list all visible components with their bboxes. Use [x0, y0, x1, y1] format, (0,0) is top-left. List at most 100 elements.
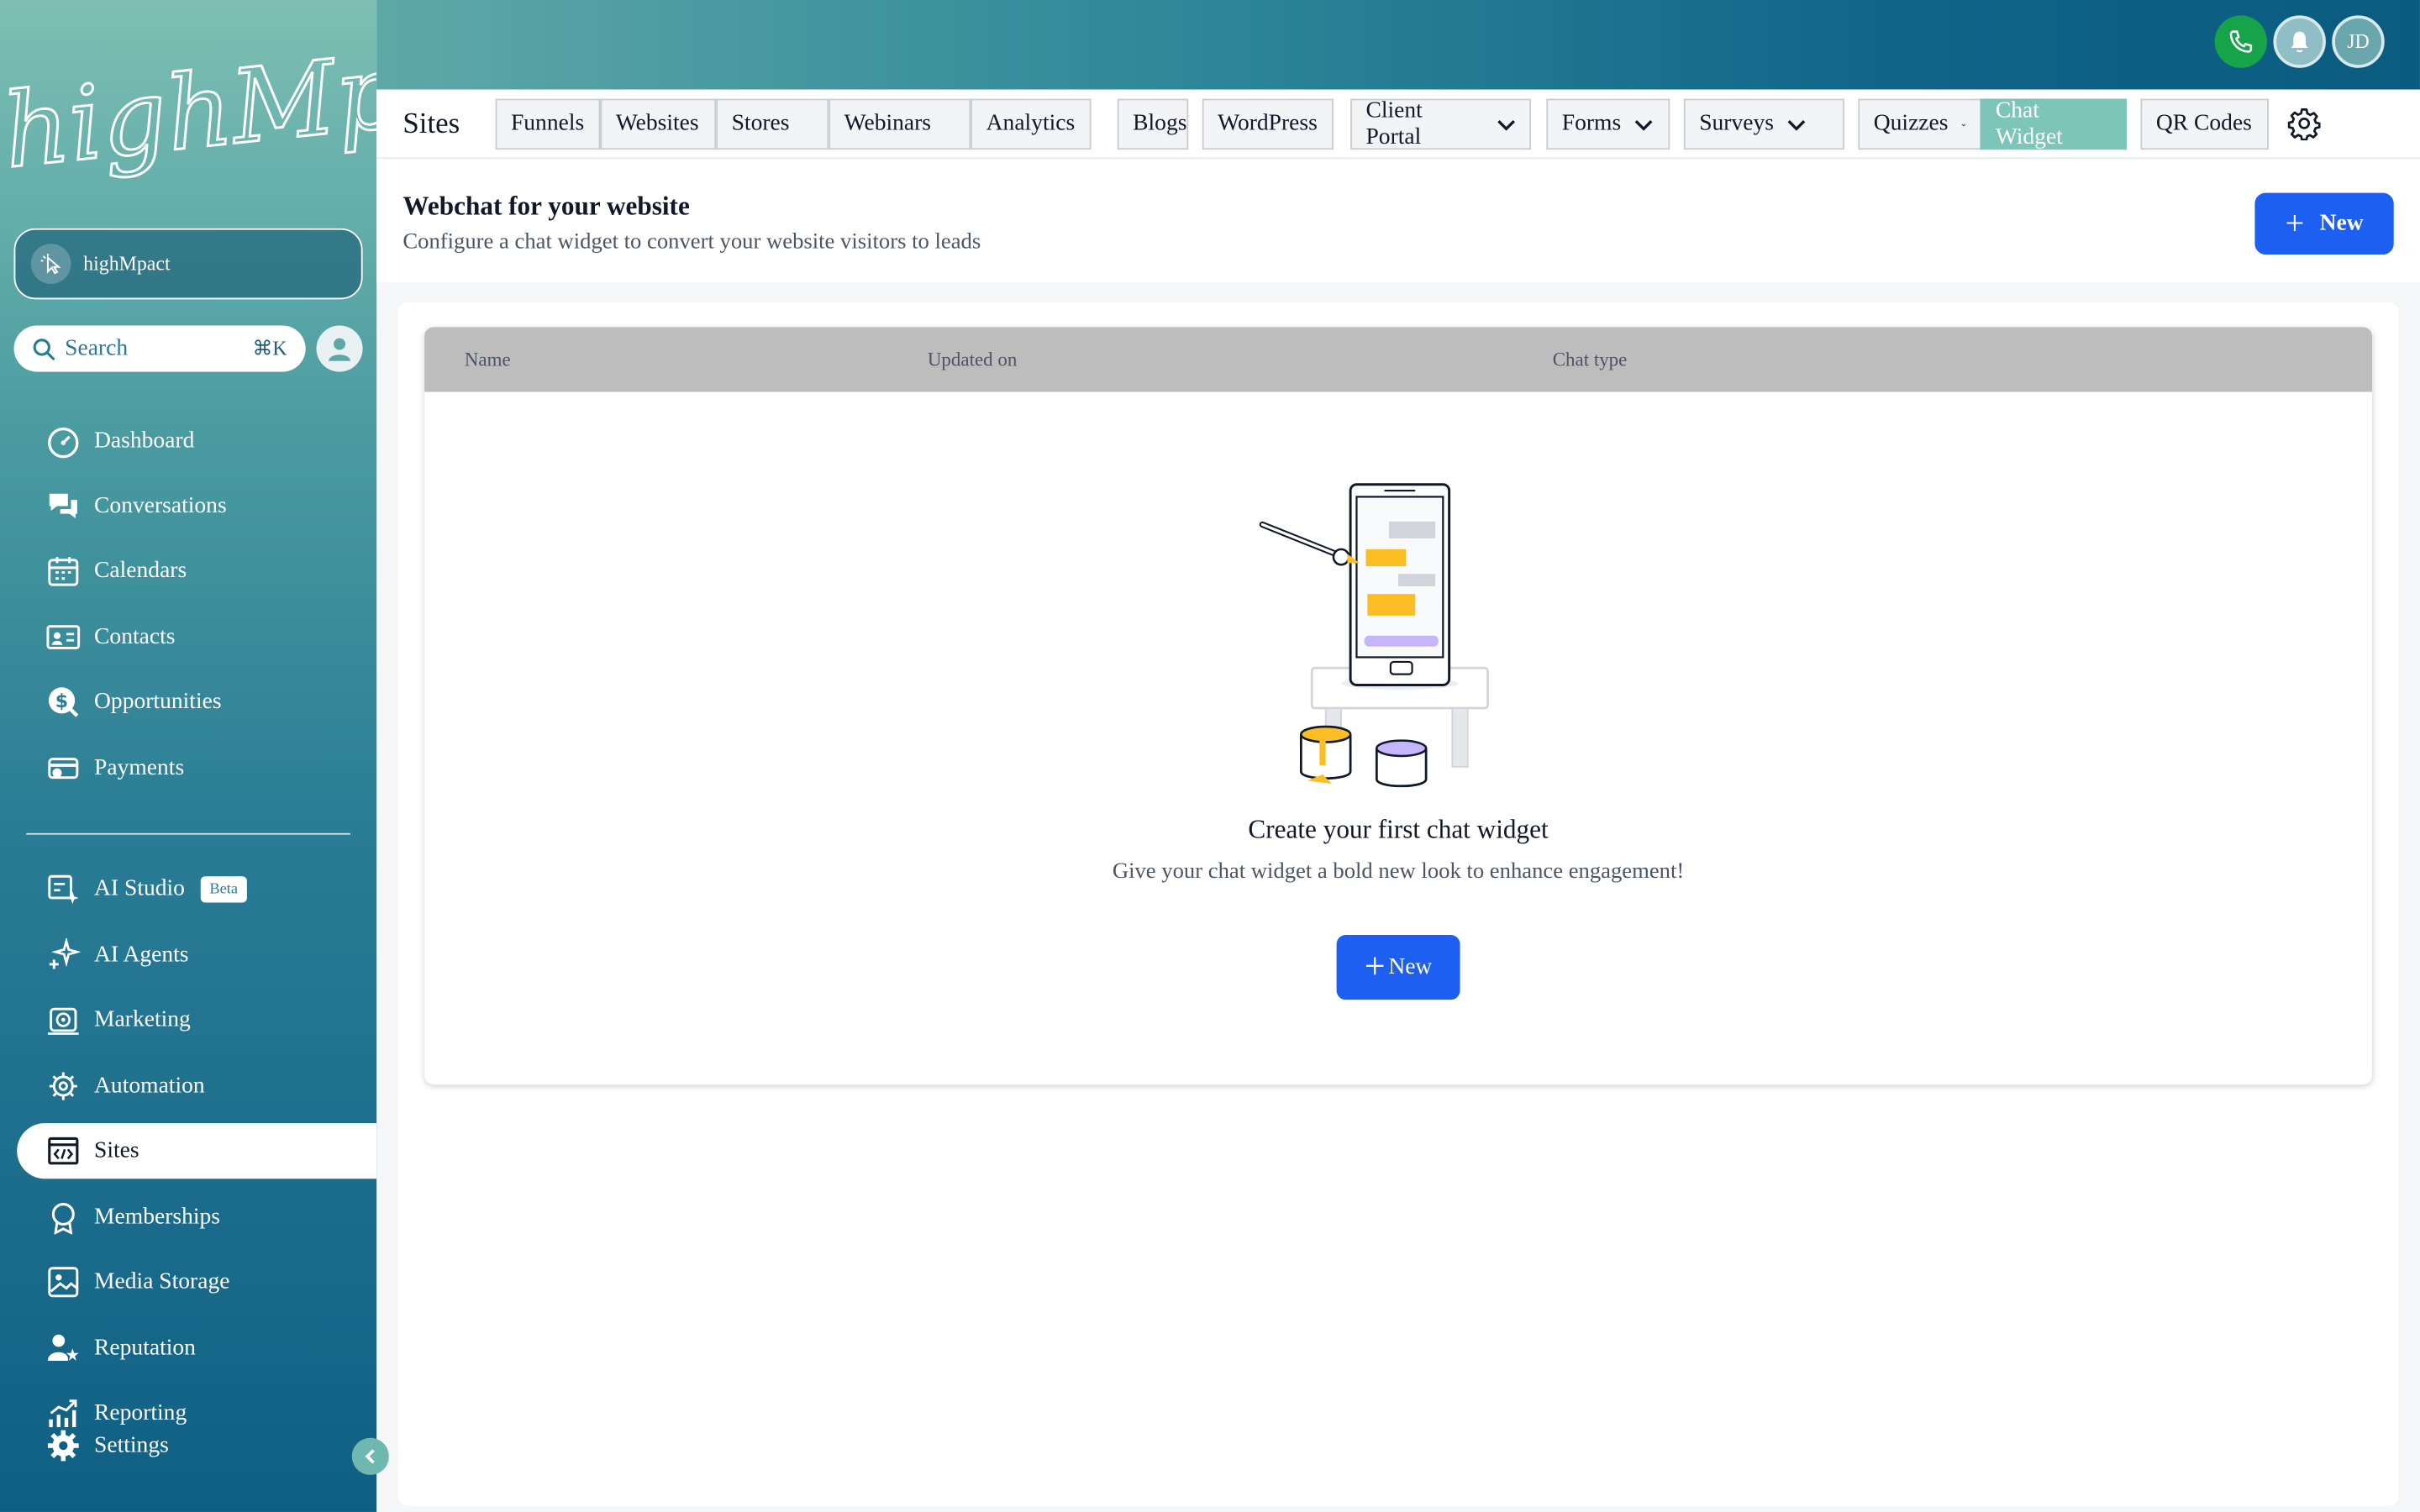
chat-bubbles-icon	[45, 487, 82, 524]
new-button-label: New	[1388, 953, 1433, 979]
chevron-left-icon	[365, 1449, 375, 1464]
search-button[interactable]: Search ⌘K	[13, 325, 306, 372]
svg-text:highMpact: highMpact	[0, 22, 376, 192]
page-subtitle: Configure a chat widget to convert your …	[402, 229, 981, 255]
account-switcher[interactable]: highMpact	[13, 228, 363, 300]
tab-label: Quizzes	[1873, 111, 1949, 136]
phone-button[interactable]	[2214, 15, 2268, 68]
chevron-down-icon	[1788, 119, 1806, 130]
tab-quizzes[interactable]: Quizzes	[1858, 98, 1982, 150]
content-card: Name Updated on Chat type Create your fi…	[397, 302, 2399, 1506]
svg-text:$: $	[55, 691, 68, 712]
page-title: Webchat for your website	[402, 191, 690, 221]
sidebar-item-label: Automation	[94, 1073, 205, 1098]
tab-label: Analytics	[986, 111, 1076, 136]
sidebar-item-opportunities[interactable]: $ Opportunities	[17, 675, 376, 730]
sidebar-item-reputation[interactable]: Reputation	[17, 1320, 376, 1376]
tab-webinars[interactable]: Webinars	[829, 98, 971, 150]
tab-label: Funnels	[510, 111, 585, 136]
sidebar-item-automation[interactable]: Automation	[17, 1058, 376, 1114]
tab-label: Websites	[615, 111, 699, 136]
column-header-chat-type[interactable]: Chat type	[1553, 349, 1628, 372]
page-header: Webchat for your website Configure a cha…	[376, 159, 2420, 283]
sidebar-item-label: Memberships	[94, 1204, 221, 1229]
account-name: highMpact	[83, 251, 171, 275]
settings-gear-icon	[45, 1427, 82, 1464]
new-button-label: New	[2319, 210, 2364, 236]
sidebar-item-conversations[interactable]: Conversations	[17, 478, 376, 533]
sidebar-item-label: Payments	[94, 755, 185, 780]
user-initials: JD	[2347, 29, 2370, 53]
sidebar-item-ai-agents[interactable]: AI Agents	[17, 927, 376, 983]
tab-funnels[interactable]: Funnels	[495, 98, 601, 150]
tab-surveys[interactable]: Surveys	[1683, 98, 1844, 150]
dashboard-icon	[45, 423, 82, 459]
sidebar-divider	[26, 832, 350, 835]
tabs-settings-button[interactable]	[2287, 107, 2321, 149]
sidebar-item-contacts[interactable]: Contacts	[17, 609, 376, 664]
user-icon	[329, 338, 350, 361]
notifications-button[interactable]	[2273, 15, 2326, 68]
sidebar-item-dashboard[interactable]: Dashboard	[17, 413, 376, 469]
award-icon	[45, 1199, 82, 1236]
sidebar-item-sites[interactable]: Sites	[17, 1123, 377, 1179]
new-chat-widget-button[interactable]: + New	[2254, 192, 2394, 255]
sidebar-item-label: AI Studio	[94, 875, 185, 900]
reputation-icon	[45, 1330, 82, 1367]
empty-state-title: Create your first chat widget	[1248, 814, 1549, 844]
contact-card-icon	[45, 619, 82, 656]
payments-icon	[45, 750, 82, 787]
collapse-sidebar-button[interactable]	[351, 1437, 389, 1475]
sidebar-item-settings[interactable]: Settings	[17, 1418, 376, 1473]
tab-chat-widget[interactable]: Chat Widget	[1980, 98, 2127, 150]
tab-websites[interactable]: Websites	[600, 98, 717, 150]
sidebar-item-ai-studio[interactable]: AI Studio Beta	[17, 861, 376, 916]
tab-label: Webinars	[844, 111, 932, 136]
tab-label: Blogs	[1133, 111, 1187, 136]
column-header-updated-on[interactable]: Updated on	[928, 349, 1017, 372]
tab-client-portal[interactable]: Client Portal	[1350, 98, 1532, 150]
code-window-icon	[45, 1132, 82, 1169]
search-icon	[33, 338, 55, 360]
user-avatar-button[interactable]: JD	[2332, 15, 2385, 68]
tab-qr-codes[interactable]: QR Codes	[2140, 98, 2269, 150]
sidebar-item-label: Calendars	[94, 557, 187, 583]
section-title: Sites	[402, 108, 460, 141]
sidebar-item-calendars[interactable]: Calendars	[17, 543, 376, 599]
sidebar-item-payments[interactable]: Payments	[17, 741, 376, 796]
tab-wordpress[interactable]: WordPress	[1202, 98, 1334, 150]
beta-badge: Beta	[200, 875, 248, 902]
tab-label: Forms	[1561, 111, 1622, 136]
sidebar-item-label: Reputation	[94, 1335, 196, 1361]
profile-avatar-button[interactable]	[316, 325, 363, 372]
dollar-icon: $	[45, 684, 82, 721]
tab-forms[interactable]: Forms	[1546, 98, 1670, 150]
chevron-down-icon	[1962, 123, 1966, 126]
plus-icon: +	[2285, 203, 2305, 243]
phone-icon	[2229, 30, 2253, 53]
empty-state-illustration	[1259, 483, 1489, 788]
sidebar-item-label: Opportunities	[94, 689, 222, 714]
sidebar-item-media-storage[interactable]: Media Storage	[17, 1254, 376, 1310]
widgets-table: Name Updated on Chat type Create your fi…	[424, 327, 2373, 1085]
tab-stores[interactable]: Stores	[716, 98, 829, 150]
search-shortcut: ⌘K	[252, 336, 287, 360]
tab-label: WordPress	[1218, 111, 1318, 136]
empty-state-subtitle: Give your chat widget a bold new look to…	[1112, 859, 1685, 885]
tab-label: Stores	[731, 111, 790, 136]
bell-icon	[2291, 31, 2308, 53]
sites-tabs-bar: Sites Funnels Websites Stores Webinars A…	[376, 89, 2420, 160]
tab-blogs[interactable]: Blogs	[1117, 98, 1189, 150]
tab-analytics[interactable]: Analytics	[971, 98, 1092, 150]
empty-state-new-button[interactable]: + New	[1336, 935, 1460, 1000]
sidebar-item-marketing[interactable]: Marketing	[17, 992, 376, 1047]
chevron-down-icon	[1497, 119, 1515, 130]
sidebar-item-label: Sites	[94, 1137, 139, 1163]
tab-label: Surveys	[1699, 111, 1774, 136]
plus-icon: +	[1364, 947, 1386, 988]
automation-gear-icon	[45, 1068, 82, 1105]
sidebar-item-memberships[interactable]: Memberships	[17, 1189, 376, 1245]
marketing-icon	[45, 1001, 82, 1038]
column-header-name[interactable]: Name	[465, 349, 511, 372]
sidebar-item-label: Settings	[94, 1432, 169, 1457]
